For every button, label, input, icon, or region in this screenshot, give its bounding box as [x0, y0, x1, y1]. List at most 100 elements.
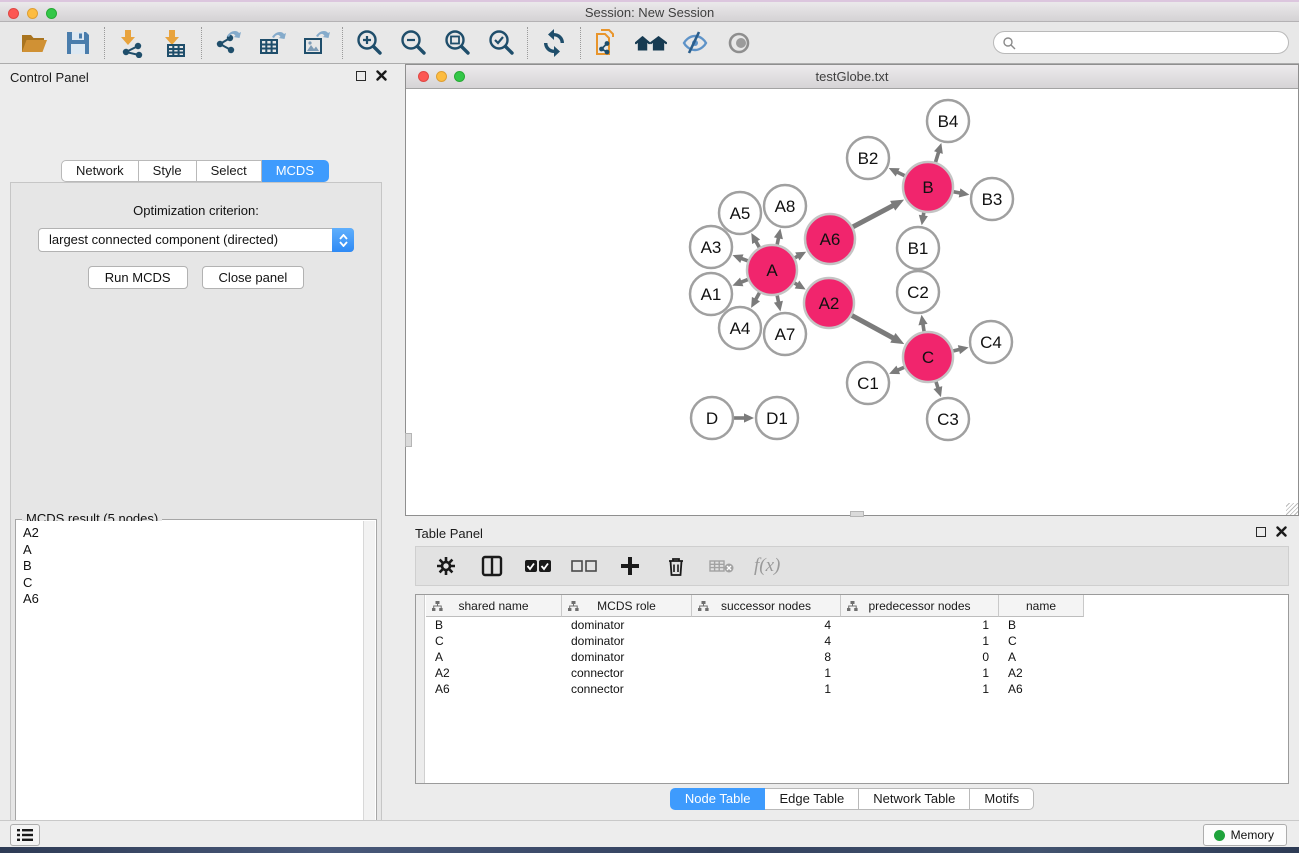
graph-node-A5[interactable]: A5 [719, 192, 761, 234]
deselect-all-icon[interactable] [570, 552, 598, 580]
panel-grip[interactable] [405, 433, 412, 447]
table-cell[interactable]: C [426, 633, 562, 649]
close-panel-icon[interactable] [1276, 526, 1287, 537]
graph-node-D[interactable]: D [691, 397, 733, 439]
table-row[interactable]: Cdominator41C [426, 633, 1288, 649]
import-network-icon[interactable] [115, 27, 147, 59]
graph-node-A3[interactable]: A3 [690, 226, 732, 268]
birds-eye-view-icon[interactable] [723, 27, 755, 59]
table-cell[interactable]: 1 [692, 665, 841, 681]
search-input[interactable] [1016, 34, 1288, 52]
tab-network-table[interactable]: Network Table [859, 788, 970, 810]
network-window-titlebar[interactable]: testGlobe.txt [406, 65, 1298, 89]
table-row[interactable]: Bdominator41B [426, 617, 1288, 633]
resize-grip-icon[interactable] [1286, 503, 1298, 515]
float-panel-icon[interactable] [356, 71, 366, 81]
graph-node-B2[interactable]: B2 [847, 137, 889, 179]
import-table-icon[interactable] [159, 27, 191, 59]
refresh-layout-icon[interactable] [538, 27, 570, 59]
table-cell[interactable]: dominator [562, 649, 692, 665]
tab-style[interactable]: Style [139, 160, 197, 182]
run-mcds-button[interactable]: Run MCDS [88, 266, 188, 289]
graph-node-B4[interactable]: B4 [927, 100, 969, 142]
table-cell[interactable]: A2 [426, 665, 562, 681]
close-panel-icon[interactable] [376, 70, 387, 81]
graph-node-A2[interactable]: A2 [804, 278, 854, 328]
memory-button[interactable]: Memory [1203, 824, 1287, 846]
graph-node-B[interactable]: B [903, 162, 953, 212]
show-column-icon[interactable] [478, 552, 506, 580]
graph-node-A[interactable]: A [747, 245, 797, 295]
table-cell[interactable]: 1 [841, 681, 999, 697]
column-header-name[interactable]: name [999, 595, 1084, 617]
tab-mcds[interactable]: MCDS [262, 160, 329, 182]
table-cell[interactable]: 1 [841, 665, 999, 681]
tab-motifs[interactable]: Motifs [970, 788, 1034, 810]
graph-node-A1[interactable]: A1 [690, 273, 732, 315]
graph-node-C1[interactable]: C1 [847, 362, 889, 404]
column-header-successor-nodes[interactable]: successor nodes [692, 595, 841, 617]
criterion-dropdown[interactable]: largest connected component (directed) [38, 228, 354, 252]
result-scrollbar[interactable] [363, 521, 375, 853]
table-cell[interactable]: 1 [841, 633, 999, 649]
float-panel-icon[interactable] [1256, 527, 1266, 537]
graph-edge-A6-B[interactable] [849, 205, 894, 229]
zoom-selected-icon[interactable] [485, 27, 517, 59]
search-field[interactable] [993, 31, 1289, 54]
table-cell[interactable]: dominator [562, 617, 692, 633]
zoom-in-icon[interactable] [353, 27, 385, 59]
table-cell[interactable]: 1 [841, 617, 999, 633]
result-item[interactable]: A2 [23, 525, 363, 542]
table-row[interactable]: A2connector11A2 [426, 665, 1288, 681]
save-session-icon[interactable] [62, 27, 94, 59]
table-cell[interactable]: C [999, 633, 1084, 649]
table-cell[interactable]: dominator [562, 633, 692, 649]
column-header-MCDS-role[interactable]: MCDS role [562, 595, 692, 617]
table-cell[interactable]: 8 [692, 649, 841, 665]
delete-column-icon[interactable] [662, 552, 690, 580]
panel-grip[interactable] [850, 511, 864, 517]
table-cell[interactable]: A [999, 649, 1084, 665]
table-cell[interactable]: B [426, 617, 562, 633]
graph-node-C[interactable]: C [903, 332, 953, 382]
table-row[interactable]: A6connector11A6 [426, 681, 1288, 697]
table-settings-gear-icon[interactable] [432, 552, 460, 580]
tab-network[interactable]: Network [61, 160, 139, 182]
table-cell[interactable]: 4 [692, 617, 841, 633]
zoom-fit-icon[interactable] [441, 27, 473, 59]
table-cell[interactable]: 1 [692, 681, 841, 697]
graph-node-B3[interactable]: B3 [971, 178, 1013, 220]
zoom-out-icon[interactable] [397, 27, 429, 59]
tab-node-table[interactable]: Node Table [670, 788, 766, 810]
table-cell[interactable]: A2 [999, 665, 1084, 681]
node-table[interactable]: shared nameMCDS rolesuccessor nodesprede… [415, 594, 1289, 784]
mcds-result-list[interactable]: A2ABCA6 [17, 521, 363, 853]
table-cell[interactable]: A6 [426, 681, 562, 697]
export-table-icon[interactable] [256, 27, 288, 59]
result-item[interactable]: A [23, 542, 363, 559]
table-cell[interactable]: 0 [841, 649, 999, 665]
graph-node-C3[interactable]: C3 [927, 398, 969, 440]
column-header-predecessor-nodes[interactable]: predecessor nodes [841, 595, 999, 617]
toggle-graphics-details-icon[interactable] [679, 27, 711, 59]
export-network-icon[interactable] [212, 27, 244, 59]
table-cell[interactable]: B [999, 617, 1084, 633]
new-network-from-selection-icon[interactable] [591, 27, 623, 59]
graph-node-C2[interactable]: C2 [897, 271, 939, 313]
result-item[interactable]: C [23, 575, 363, 592]
table-cell[interactable]: A [426, 649, 562, 665]
task-history-button[interactable] [10, 824, 40, 846]
open-file-icon[interactable] [18, 27, 50, 59]
graph-node-A7[interactable]: A7 [764, 313, 806, 355]
graph-edge-A2-C[interactable] [848, 314, 894, 339]
tab-select[interactable]: Select [197, 160, 262, 182]
select-all-icon[interactable] [524, 552, 552, 580]
table-cell[interactable]: 4 [692, 633, 841, 649]
result-item[interactable]: B [23, 558, 363, 575]
network-canvas[interactable]: A5A8A3A1A4A7B2B4B3B1C2C4C1C3DD1AA6A2BC [406, 89, 1298, 515]
add-column-icon[interactable] [616, 552, 644, 580]
graph-node-A4[interactable]: A4 [719, 307, 761, 349]
table-cell[interactable]: connector [562, 665, 692, 681]
home-icon[interactable] [635, 27, 667, 59]
table-row[interactable]: Adominator80A [426, 649, 1288, 665]
